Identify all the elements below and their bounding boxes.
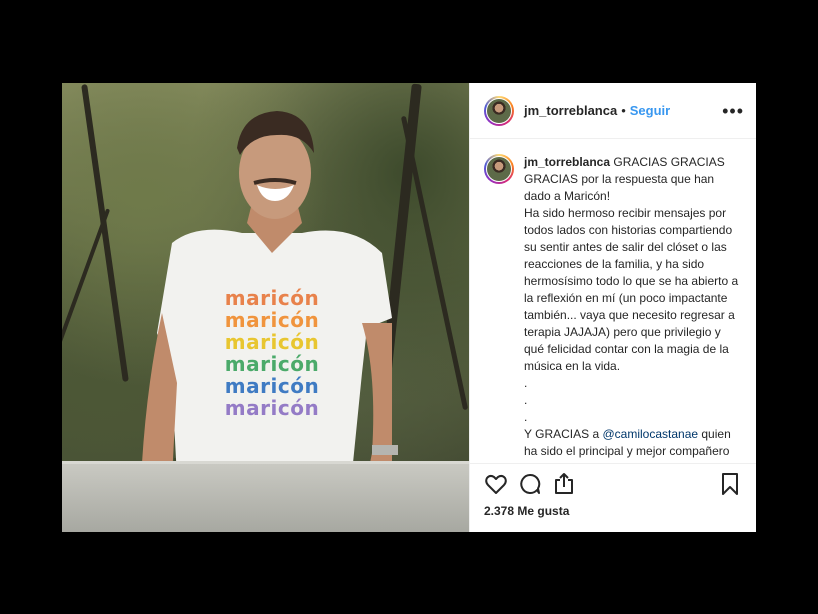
- shirt-word: maricón: [224, 352, 320, 376]
- follow-button[interactable]: Seguir: [630, 103, 670, 118]
- action-bar: [470, 464, 756, 504]
- post-sidebar: jm_torreblanca • Seguir ••• jm_torreblan…: [469, 83, 756, 532]
- shirt-word: maricón: [224, 396, 320, 420]
- post-photo[interactable]: maricón maricón maricón maricón maricón …: [62, 83, 469, 532]
- separator-dot: •: [621, 103, 626, 118]
- comment-icon[interactable]: [518, 472, 542, 496]
- caption: jm_torreblanca GRACIAS GRACIAS GRACIAS p…: [524, 154, 742, 463]
- avatar[interactable]: [484, 154, 514, 184]
- username-link[interactable]: jm_torreblanca: [524, 103, 617, 118]
- post-header: jm_torreblanca • Seguir •••: [470, 83, 756, 139]
- stone-wall: [62, 461, 469, 532]
- avatar[interactable]: [484, 95, 514, 126]
- share-icon[interactable]: [552, 472, 576, 496]
- caption-text: GRACIAS GRACIAS GRACIAS por la respuesta…: [524, 155, 739, 441]
- heart-icon[interactable]: [484, 472, 508, 496]
- instagram-post: maricón maricón maricón maricón maricón …: [62, 83, 756, 532]
- shirt-word: maricón: [224, 374, 320, 398]
- likes-count[interactable]: 2.378 Me gusta: [470, 504, 756, 532]
- mention-link[interactable]: @camilocastanae: [602, 427, 698, 441]
- caption-area: jm_torreblanca GRACIAS GRACIAS GRACIAS p…: [470, 139, 756, 464]
- shirt-word: maricón: [224, 286, 320, 310]
- shirt-word: maricón: [224, 330, 320, 354]
- bookmark-icon[interactable]: [718, 472, 742, 496]
- more-options-icon[interactable]: •••: [722, 102, 744, 120]
- caption-username-link[interactable]: jm_torreblanca: [524, 155, 610, 169]
- shirt-word: maricón: [224, 308, 320, 332]
